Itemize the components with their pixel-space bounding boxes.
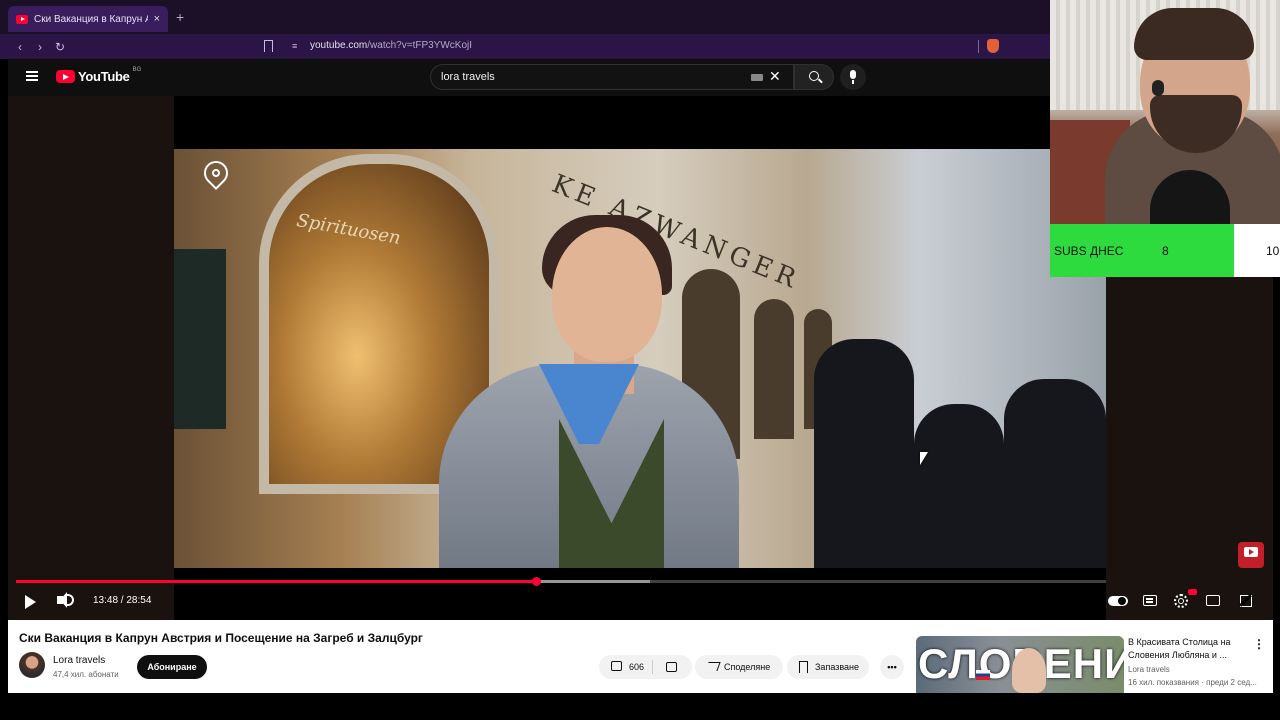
recommended-video-menu-icon[interactable]: ⋮ [1253,637,1265,651]
youtube-favicon-icon [16,14,28,24]
video-frame[interactable]: Spirituosen KE AZWANGER [174,149,1106,568]
subscribe-button[interactable]: Абониране [137,655,207,679]
region-code: BG [132,66,142,73]
url-host: youtube.com [310,40,368,51]
more-actions-button[interactable]: ••• [880,655,904,679]
youtube-logo-text: YouTube [78,69,130,84]
progress-bar[interactable] [16,577,1106,586]
share-icon [705,662,721,671]
share-button[interactable]: Споделяне [695,655,783,679]
menu-board [174,249,226,429]
earbud-icon [1152,80,1164,96]
time-display: 13:48 / 28:54 [93,595,152,606]
recommended-video-thumbnail[interactable]: СЛОВЕНИЯ [916,636,1124,693]
url-path: /watch?v=tFP3YWcKojI [367,40,473,51]
slovenia-flag-icon [976,670,990,680]
pedestrian [814,339,914,568]
clear-search-icon[interactable]: ✕ [769,68,781,85]
like-dislike-group: 606 [599,655,692,679]
like-divider [652,660,653,674]
subs-goal-target: 10 [1266,244,1280,258]
new-tab-button[interactable]: + [176,9,184,25]
presenter-face [552,227,662,362]
menu-icon[interactable] [26,71,38,81]
tab-close-icon[interactable]: × [154,13,160,25]
pedestrian [1004,379,1106,568]
search-query: lora travels [441,71,495,83]
youtube-logo[interactable]: YouTube BG [56,66,142,84]
search-input[interactable]: lora travels ✕ [430,64,794,90]
thumbs-down-icon[interactable] [666,662,677,672]
progress-played [16,580,537,583]
thumbs-up-icon[interactable] [611,661,622,671]
mouse-cursor-icon [920,452,928,465]
voice-search-button[interactable] [840,64,866,90]
fullscreen-icon[interactable] [1240,595,1252,607]
archway [754,299,794,439]
microphone-icon [850,70,856,84]
tab-title: Ски Ваканция в Капрун Австрия [34,13,148,25]
subs-goal-count: 8 [1162,244,1169,258]
screen: Ски Ваканция в Капрун Австрия × + ‹ › ↻ … [0,0,1280,720]
recommended-video-meta: 16 хил. показвания · преди 2 сед... [1128,678,1257,687]
search-icon [809,71,819,81]
subscriber-count: 47,4 хил. абонати [53,670,119,679]
volume-icon[interactable] [57,592,67,608]
browser-address-bar: ‹ › ↻ ≡ youtube.com/watch?v=tFP3YWcKojI [0,34,1050,59]
video-title: Ски Ваканция в Капрун Австрия и Посещени… [19,631,423,645]
share-label: Споделяне [724,662,771,672]
search-button[interactable] [794,64,834,90]
letterbox [174,96,1050,149]
subtitles-icon[interactable] [1143,595,1157,606]
save-label: Запазване [815,662,860,672]
player-side-backdrop [8,96,174,620]
bookmark-icon[interactable] [264,40,273,52]
progress-scrubber[interactable] [532,577,542,586]
play-icon[interactable] [25,595,36,609]
subs-goal-bar: SUBS ДНЕС 8 10 [1050,224,1280,277]
brave-shield-icon[interactable] [987,39,999,53]
subscribe-watermark-icon[interactable] [1238,542,1264,568]
volume-wave-icon [66,594,74,606]
hd-badge [1188,589,1197,595]
url-field[interactable]: youtube.com/watch?v=tFP3YWcKojI [310,40,472,51]
channel-name[interactable]: Lora travels [53,655,105,666]
location-pin-icon [199,156,233,190]
back-button[interactable]: ‹ [10,40,30,54]
youtube-masthead: YouTube BG lora travels ✕ [8,59,1050,96]
keyboard-icon[interactable] [751,74,763,81]
settings-gear-icon[interactable] [1174,594,1188,608]
browser-tab[interactable]: Ски Ваканция в Капрун Австрия × [8,6,168,32]
thumbnail-face [1012,648,1046,693]
save-playlist-icon [799,661,808,673]
save-button[interactable]: Запазване [787,655,869,679]
miniplayer-icon[interactable] [1206,595,1220,606]
like-count[interactable]: 606 [629,655,644,679]
site-settings-icon[interactable]: ≡ [292,41,297,51]
browser-tab-bar: Ски Ваканция в Капрун Австрия × + [0,0,1050,34]
subs-goal-label: SUBS ДНЕС [1054,244,1124,258]
reload-button[interactable]: ↻ [50,40,70,54]
webcam-overlay [1050,0,1280,224]
player-controls: 13:48 / 28:54 [8,588,1273,616]
streamer-hair [1134,8,1254,60]
autoplay-toggle[interactable] [1108,596,1128,606]
channel-avatar[interactable] [19,652,45,678]
video-info-area: Ски Ваканция в Капрун Австрия и Посещени… [8,620,1273,693]
youtube-play-logo-icon [56,70,75,83]
recommended-video-title[interactable]: В Красивата Столица на Словения Любляна … [1128,636,1238,662]
recommended-video-channel[interactable]: Lora travels [1128,665,1170,674]
forward-button[interactable]: › [30,40,50,54]
pedestrian [914,404,1004,568]
player-side-backdrop-right [1106,276,1273,620]
toolbar-divider [978,40,979,53]
